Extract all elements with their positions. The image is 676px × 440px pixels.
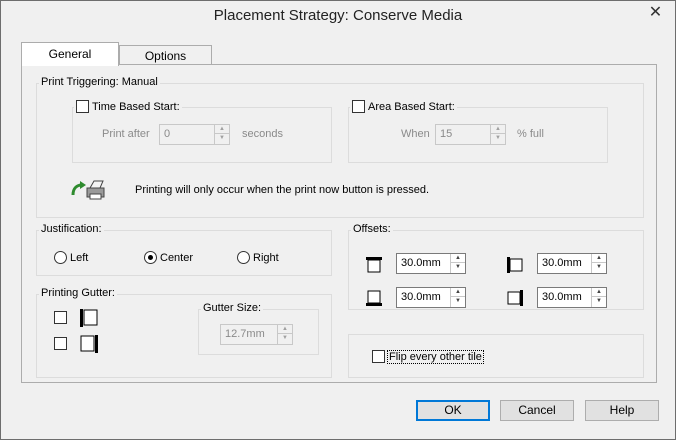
tab-panel-general: Print Triggering: Manual Time Based Star…	[21, 64, 657, 383]
area-based-checkbox[interactable]	[352, 100, 365, 113]
justification-group: Justification: Left Center Right	[36, 223, 332, 276]
offset-top-spinner[interactable]: 30.0mm ▲ ▼	[396, 253, 466, 274]
tab-general[interactable]: General	[21, 42, 119, 66]
gutter-right-checkbox[interactable]	[54, 337, 67, 350]
offset-left-icon	[507, 257, 523, 273]
help-button[interactable]: Help	[585, 400, 659, 421]
percent-full-label: % full	[517, 128, 544, 140]
gutter-size-label: Gutter Size:	[201, 302, 264, 314]
gutter-right-icon	[80, 335, 98, 353]
offset-top-value: 30.0mm	[401, 257, 441, 269]
offset-top-icon	[366, 257, 382, 273]
area-based-group: Area Based Start: When 15 ▲ ▼ % full	[348, 100, 608, 163]
spin-up-icon[interactable]: ▲	[592, 288, 606, 297]
print-triggering-label: Print Triggering: Manual	[39, 76, 160, 88]
spin-down-icon[interactable]: ▼	[451, 297, 465, 306]
offset-left-value: 30.0mm	[542, 257, 582, 269]
offsets-label: Offsets:	[351, 223, 393, 235]
spin-down-icon[interactable]: ▼	[451, 263, 465, 272]
offset-left-spinner[interactable]: 30.0mm ▲ ▼	[537, 253, 607, 274]
gutter-left-icon	[80, 309, 98, 327]
spin-up-icon[interactable]: ▲	[451, 254, 465, 263]
gutter-size-value: 12.7mm	[225, 328, 265, 340]
offset-right-spinner[interactable]: 30.0mm ▲ ▼	[537, 287, 607, 308]
title-bar: Placement Strategy: Conserve Media ✕	[1, 1, 675, 31]
spin-down-icon[interactable]: ▼	[215, 134, 229, 143]
justification-label: Justification:	[39, 223, 104, 235]
time-based-checkbox[interactable]	[76, 100, 89, 113]
offsets-group: Offsets: 30.0mm ▲ ▼ 30.0mm ▲ ▼ 30.0mm ▲ …	[348, 223, 644, 310]
dialog-window: Placement Strategy: Conserve Media ✕ Gen…	[0, 0, 676, 440]
close-button[interactable]: ✕	[637, 2, 674, 22]
offset-right-value: 30.0mm	[542, 291, 582, 303]
justify-left-label: Left	[70, 252, 89, 264]
offset-bottom-icon	[366, 290, 382, 306]
justify-center-label: Center	[160, 252, 194, 264]
close-icon: ✕	[648, 4, 663, 21]
time-based-label: Time Based Start:	[92, 101, 180, 113]
flip-tile-label[interactable]: Flip every other tile	[387, 350, 484, 364]
spin-up-icon[interactable]: ▲	[491, 125, 505, 134]
print-after-spinner[interactable]: 0 ▲ ▼	[159, 124, 230, 145]
gutter-size-spinner[interactable]: 12.7mm ▲ ▼	[220, 324, 293, 345]
print-after-value: 0	[164, 128, 171, 140]
offset-right-icon	[507, 290, 523, 306]
offset-bottom-value: 30.0mm	[401, 291, 441, 303]
time-based-group: Time Based Start: Print after 0 ▲ ▼ secon…	[72, 100, 332, 163]
when-label: When	[401, 128, 430, 140]
justify-left-radio[interactable]	[54, 251, 67, 264]
spin-up-icon[interactable]: ▲	[451, 288, 465, 297]
gutter-left-checkbox[interactable]	[54, 311, 67, 324]
cancel-button[interactable]: Cancel	[500, 400, 574, 421]
seconds-label: seconds	[242, 128, 283, 140]
area-percent-value: 15	[440, 128, 453, 140]
spin-up-icon[interactable]: ▲	[278, 325, 292, 334]
manual-print-message: Printing will only occur when the print …	[135, 184, 430, 196]
spin-down-icon[interactable]: ▼	[491, 134, 505, 143]
offset-bottom-spinner[interactable]: 30.0mm ▲ ▼	[396, 287, 466, 308]
justify-right-label: Right	[253, 252, 279, 264]
area-percent-spinner[interactable]: 15 ▲ ▼	[435, 124, 506, 145]
print-triggering-group: Print Triggering: Manual Time Based Star…	[36, 76, 644, 218]
printer-with-green-arrow-icon	[71, 180, 105, 200]
window-title: Placement Strategy: Conserve Media	[213, 7, 463, 24]
spin-up-icon[interactable]: ▲	[592, 254, 606, 263]
ok-button[interactable]: OK	[416, 400, 490, 421]
spin-down-icon[interactable]: ▼	[592, 263, 606, 272]
justify-center-radio[interactable]	[144, 251, 157, 264]
spin-down-icon[interactable]: ▼	[592, 297, 606, 306]
gutter-size-group: Gutter Size: 12.7mm ▲ ▼	[198, 302, 319, 355]
printing-gutter-group: Printing Gutter: Gutter Size: 12.7mm ▲ ▼	[36, 287, 332, 378]
area-based-label: Area Based Start:	[368, 101, 455, 113]
flip-group: Flip every other tile	[348, 334, 644, 378]
flip-tile-checkbox[interactable]	[372, 350, 385, 363]
printing-gutter-label: Printing Gutter:	[39, 287, 117, 299]
spin-up-icon[interactable]: ▲	[215, 125, 229, 134]
spin-down-icon[interactable]: ▼	[278, 334, 292, 343]
justify-right-radio[interactable]	[237, 251, 250, 264]
print-after-label: Print after	[102, 128, 150, 140]
